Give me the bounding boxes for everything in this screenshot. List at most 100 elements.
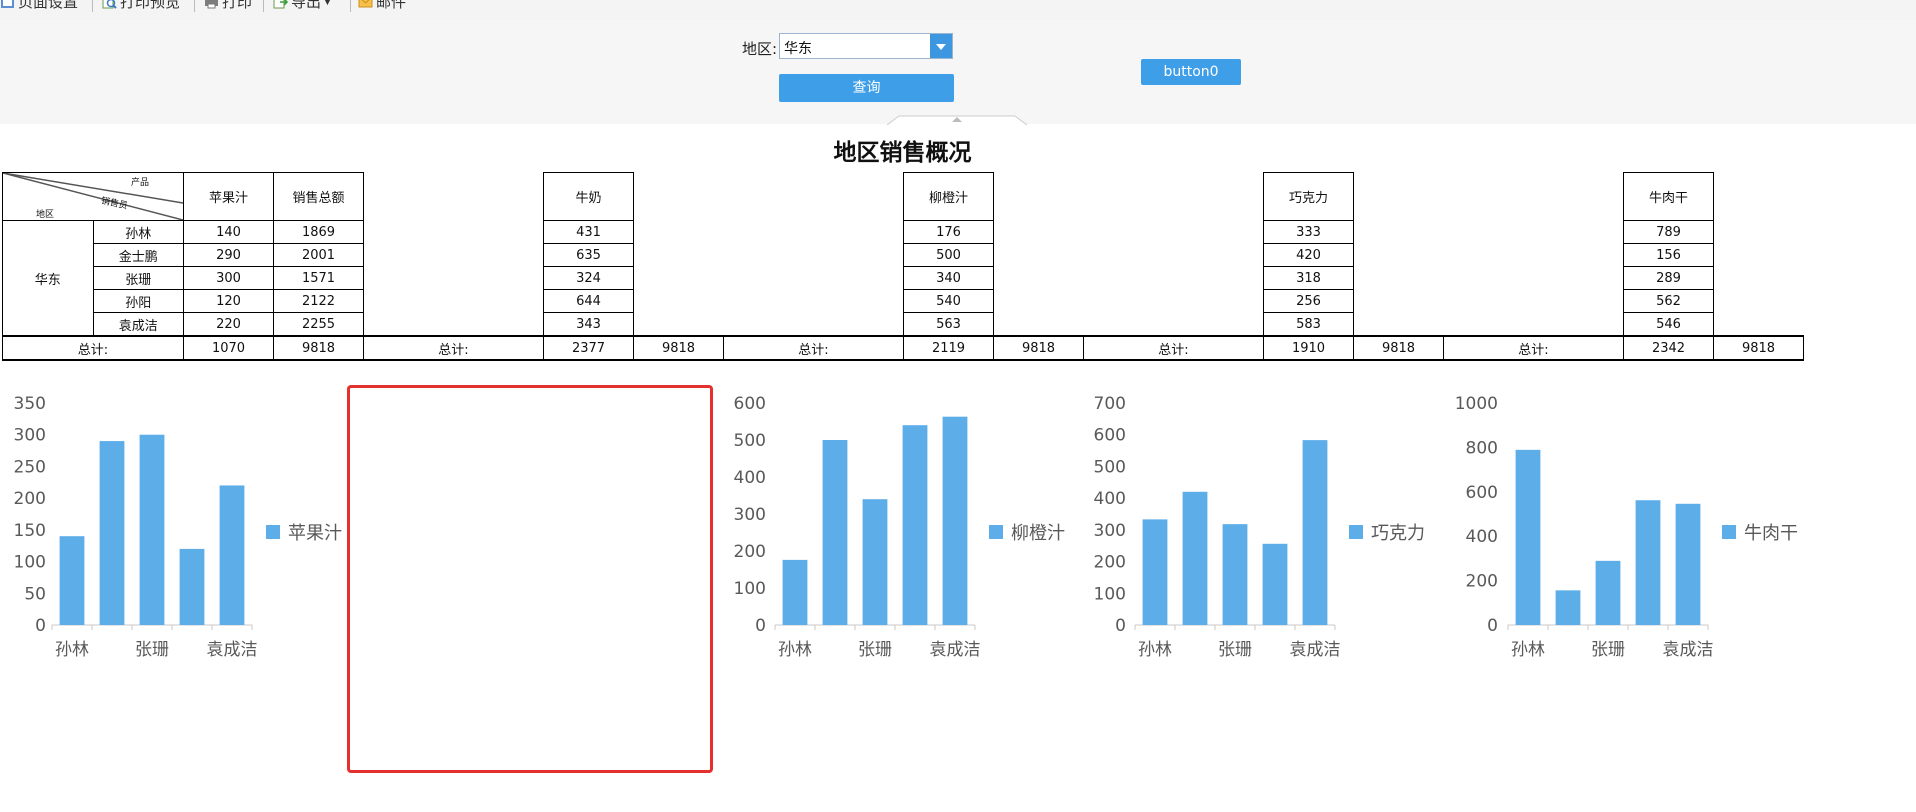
toolbar: 页面设置 打印预览 打印 导出 ▼ 邮件 [0, 0, 1916, 21]
y-tick-label: 300 [1094, 521, 1126, 541]
y-tick-label: 600 [1094, 426, 1126, 446]
legend-label: 牛肉干 [1744, 523, 1798, 544]
header-product-2: 柳橙汁 [903, 172, 994, 221]
page-setup-button[interactable]: 页面设置 [0, 0, 78, 12]
export-button[interactable]: 导出 ▼ [273, 0, 331, 12]
legend-label: 柳橙汁 [1011, 523, 1065, 544]
total-cell: 2342 [1623, 335, 1714, 361]
region-select[interactable]: 华东 [779, 33, 953, 59]
grand-total-cell: 9818 [1353, 335, 1444, 361]
toolbar-divider [350, 0, 351, 12]
bar [942, 416, 968, 625]
total-label: 总计: [363, 335, 544, 361]
bar [862, 499, 888, 625]
print-button[interactable]: 打印 [204, 0, 252, 12]
y-tick-label: 100 [1094, 584, 1126, 604]
chevron-down-icon[interactable] [930, 34, 952, 58]
diagonal-lines [3, 173, 183, 220]
bar [179, 548, 205, 625]
total-label: 总计: [2, 335, 184, 361]
bar [1595, 560, 1621, 625]
legend-label: 巧克力 [1371, 523, 1425, 544]
page-setup-label: 页面设置 [18, 0, 79, 11]
bar [902, 425, 928, 625]
print-preview-button[interactable]: 打印预览 [102, 0, 180, 12]
y-tick-label: 500 [734, 431, 766, 451]
sales-table: 产品 销售员 地区 苹果汁 销售总额 牛奶 柳橙汁 巧克力 牛肉干 华东 孙林 … [2, 172, 1804, 361]
value-cell: 583 [1263, 312, 1354, 337]
y-tick-label: 700 [1094, 394, 1126, 414]
x-tick-label: 孙林 [55, 640, 89, 660]
export-label: 导出 [291, 0, 322, 11]
legend-swatch [1349, 525, 1363, 539]
bar [139, 434, 165, 625]
parameter-panel [0, 20, 1916, 124]
value-cell: 2122 [273, 289, 364, 313]
y-tick-label: 50 [24, 584, 46, 604]
value-cell: 156 [1623, 243, 1714, 267]
header-sales-total: 销售总额 [273, 172, 364, 221]
export-icon [273, 0, 288, 9]
y-tick-label: 1000 [1455, 394, 1498, 414]
region-cell: 华东 [2, 220, 94, 337]
header-product-3: 巧克力 [1263, 172, 1354, 221]
value-cell: 300 [183, 266, 274, 290]
x-tick-label: 张珊 [858, 640, 892, 660]
salesperson-cell: 金士鹏 [92, 243, 184, 267]
mail-icon [358, 0, 373, 8]
bar [1635, 500, 1661, 625]
query-button[interactable]: 查询 [779, 74, 954, 102]
mail-button[interactable]: 邮件 [358, 0, 406, 12]
value-cell: 1869 [273, 220, 364, 244]
value-cell: 500 [903, 243, 994, 267]
y-tick-label: 400 [734, 468, 766, 488]
bar [1222, 524, 1248, 625]
bar [782, 559, 808, 625]
value-cell: 340 [903, 266, 994, 290]
corner-product-label: 产品 [131, 178, 150, 188]
bar [1142, 519, 1168, 625]
y-tick-label: 600 [1466, 483, 1498, 503]
button0[interactable]: button0 [1141, 59, 1241, 85]
y-tick-label: 0 [35, 616, 46, 636]
legend-label: 苹果汁 [288, 523, 342, 544]
total-cell: 2119 [903, 335, 994, 361]
y-tick-label: 200 [1094, 553, 1126, 573]
x-tick-label: 袁成洁 [1290, 640, 1341, 660]
region-label: 地区: [742, 40, 778, 58]
print-preview-label: 打印预览 [120, 0, 181, 11]
value-cell: 290 [183, 243, 274, 267]
bar [1515, 449, 1541, 625]
corner-header-cell: 产品 销售员 地区 [2, 172, 184, 221]
y-tick-label: 200 [14, 489, 46, 509]
y-tick-label: 0 [1115, 616, 1126, 636]
bar [1262, 543, 1288, 625]
y-tick-label: 100 [14, 553, 46, 573]
toolbar-divider [263, 0, 264, 12]
legend-swatch [266, 525, 280, 539]
table-row: 华东 孙林 140 1869 431 176 333 789 [2, 220, 1804, 337]
y-tick-label: 0 [1487, 616, 1498, 636]
grand-total-cell: 9818 [633, 335, 724, 361]
y-tick-label: 100 [734, 579, 766, 599]
collapse-panel-handle[interactable] [887, 115, 1027, 125]
total-label: 总计: [1443, 335, 1624, 361]
total-label: 总计: [1083, 335, 1264, 361]
value-cell: 220 [183, 312, 274, 337]
legend-swatch [989, 525, 1003, 539]
value-cell: 2001 [273, 243, 364, 267]
region-select-value: 华东 [784, 41, 812, 57]
value-cell: 289 [1623, 266, 1714, 290]
total-cell: 2377 [543, 335, 634, 361]
salesperson-cell: 孙林 [92, 220, 184, 244]
highlight-box [347, 385, 713, 773]
value-cell: 562 [1623, 289, 1714, 313]
table-row: 袁成洁 220 2255 343 563 583 546 [3, 312, 1804, 337]
x-tick-label: 袁成洁 [930, 640, 981, 660]
beef-jerky-bar-chart: 0 200 400 600 800 1000 孙林 张珊 袁成洁 牛肉干 [1455, 394, 1798, 660]
y-tick-label: 400 [1466, 527, 1498, 547]
value-cell: 540 [903, 289, 994, 313]
y-tick-label: 250 [14, 457, 46, 477]
bar [1302, 440, 1328, 625]
y-tick-label: 200 [1466, 572, 1498, 592]
